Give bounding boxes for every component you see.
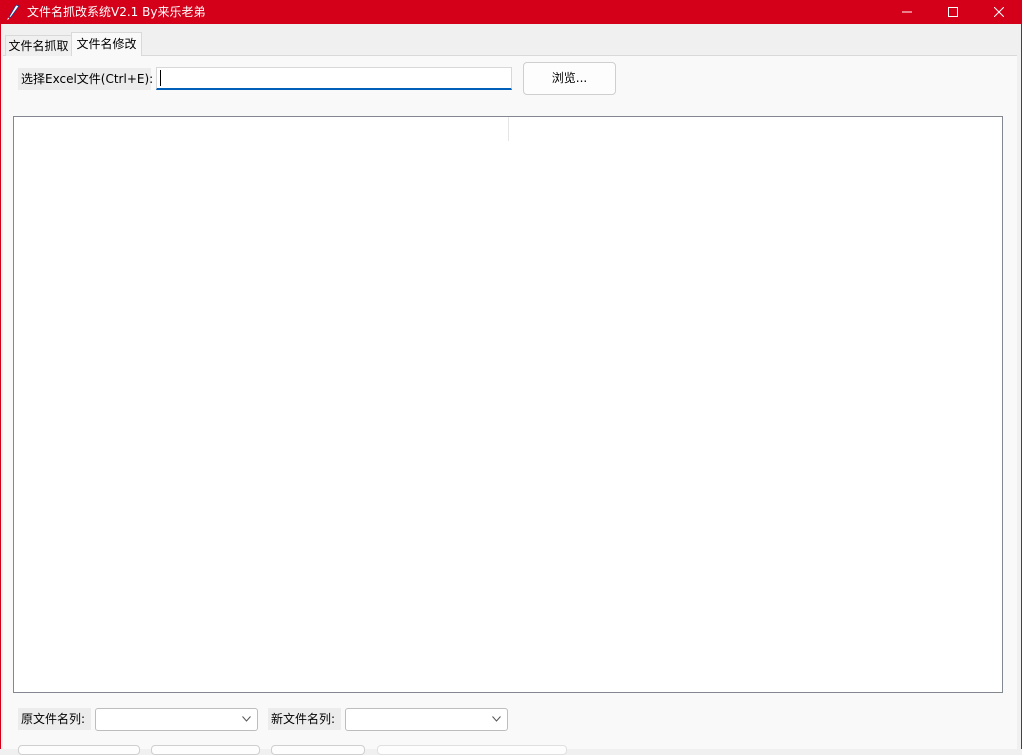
- column-separator[interactable]: [508, 117, 509, 141]
- progress-bar: [377, 745, 567, 755]
- new-filename-column-label: 新文件名列:: [268, 708, 341, 730]
- new-filename-column-select[interactable]: [345, 708, 508, 731]
- original-filename-column-label: 原文件名列:: [18, 708, 91, 730]
- close-icon: [994, 7, 1004, 17]
- excel-path-input[interactable]: [156, 67, 512, 90]
- action-button-2[interactable]: [151, 745, 260, 755]
- minimize-button[interactable]: [884, 0, 930, 24]
- excel-preview-table[interactable]: [13, 116, 1003, 693]
- maximize-button[interactable]: [930, 0, 976, 24]
- window-title: 文件名抓改系统V2.1 By来乐老弟: [27, 5, 206, 19]
- tab-filename-modify[interactable]: 文件名修改: [71, 32, 142, 56]
- feather-pen-icon: [6, 4, 20, 20]
- text-caret: [160, 70, 161, 86]
- action-button-1[interactable]: [18, 745, 140, 755]
- chevron-down-icon: [242, 716, 251, 722]
- action-button-3[interactable]: [271, 745, 365, 755]
- close-button[interactable]: [976, 0, 1022, 24]
- tab-filename-capture[interactable]: 文件名抓取: [5, 35, 72, 56]
- original-filename-column-select[interactable]: [95, 708, 258, 731]
- browse-button[interactable]: 浏览...: [523, 62, 616, 95]
- maximize-icon: [948, 7, 958, 17]
- excel-file-label: 选择Excel文件(Ctrl+E):: [18, 68, 153, 90]
- title-bar: 文件名抓改系统V2.1 By来乐老弟: [0, 0, 1022, 24]
- chevron-down-icon: [492, 716, 501, 722]
- minimize-icon: [902, 11, 912, 13]
